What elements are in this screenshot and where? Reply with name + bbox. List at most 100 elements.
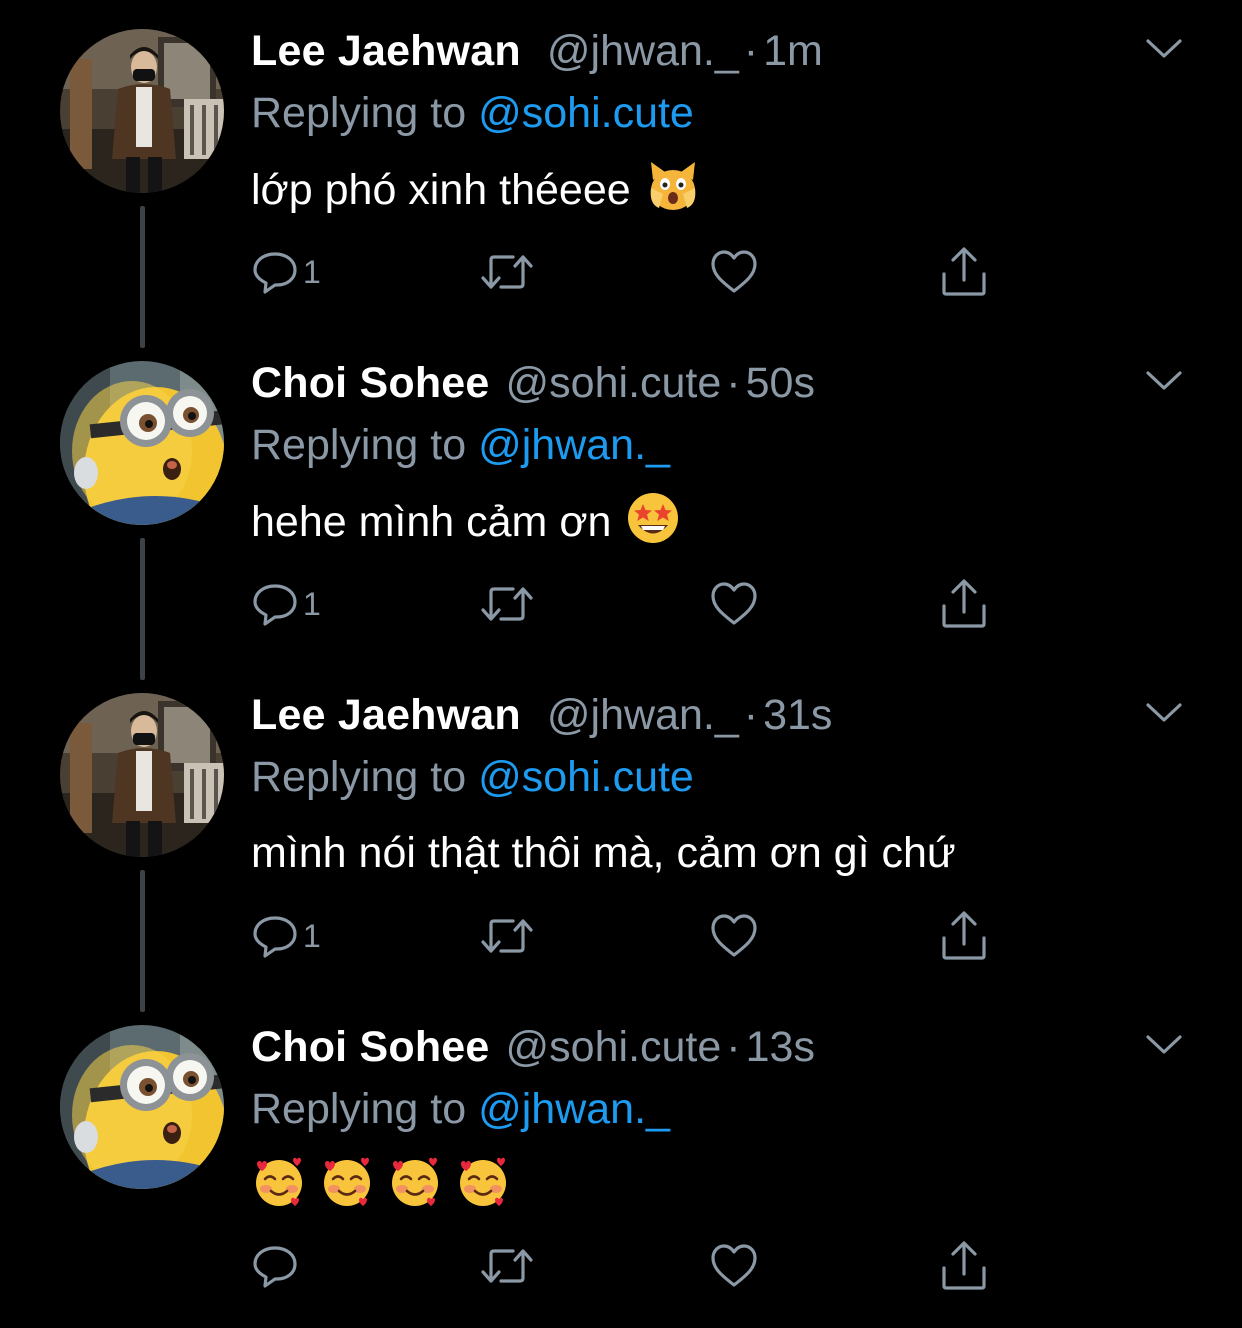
author-handle[interactable]: @sohi.cute <box>506 1023 722 1071</box>
heart-icon <box>711 582 757 625</box>
separator-dot: · <box>743 27 759 75</box>
retweet-icon <box>481 919 533 953</box>
avatar[interactable] <box>60 29 224 193</box>
reply-button[interactable]: 1 <box>251 908 321 964</box>
retweet-button[interactable] <box>479 576 535 632</box>
replying-to-label: Replying to <box>251 753 467 801</box>
minion-avatar-icon <box>60 361 224 525</box>
reply-button[interactable]: 1 <box>251 576 321 632</box>
avatar[interactable] <box>60 361 224 525</box>
like-button[interactable] <box>709 1238 759 1294</box>
tweet[interactable]: Lee Jaehwan @jhwan._ · 31s Replying to @soh… <box>0 664 1242 1012</box>
tweet-text <box>251 1154 523 1217</box>
separator-dot: · <box>743 691 759 739</box>
timestamp[interactable]: 13s <box>746 1023 815 1071</box>
tweet-text-content: mình nói thật thôi mà, cảm ơn gì chứ <box>251 829 956 877</box>
avatar[interactable] <box>60 693 224 857</box>
retweet-button[interactable] <box>479 908 535 964</box>
tweet[interactable]: Lee Jaehwan @jhwan._ · 1m Replying to @sohi… <box>0 0 1242 348</box>
reply-button[interactable]: 1 <box>251 244 321 300</box>
reply-icon <box>253 1246 297 1288</box>
heart-icon <box>711 250 757 293</box>
replying-to-label: Replying to <box>251 89 467 137</box>
share-icon <box>942 247 986 296</box>
reply-target-link[interactable]: @sohi.cute <box>478 753 694 801</box>
chevron-down-icon[interactable] <box>1145 38 1183 60</box>
reply-target-link[interactable]: @jhwan._ <box>478 421 670 469</box>
retweet-icon <box>481 255 533 289</box>
avatar[interactable] <box>60 1025 224 1189</box>
reply-icon <box>253 584 297 626</box>
thread-connector <box>140 870 145 1012</box>
reply-icon <box>253 252 297 294</box>
smiling-face-with-hearts-icon <box>319 1154 375 1210</box>
reply-count: 1 <box>303 585 321 622</box>
tweet[interactable]: Choi Sohee @sohi.cute · 50s Replying to @jh… <box>0 332 1242 680</box>
thread-connector <box>140 538 145 680</box>
share-icon <box>942 1241 986 1290</box>
share-button[interactable] <box>939 244 989 300</box>
tweet-actions: 1 <box>251 244 1011 300</box>
share-button[interactable] <box>939 908 989 964</box>
tweet-actions: 1 <box>251 576 1011 632</box>
retweet-icon <box>481 1249 533 1283</box>
share-button[interactable] <box>939 1238 989 1294</box>
author-handle[interactable]: @jhwan._ <box>547 27 739 75</box>
tweet-header: Choi Sohee @sohi.cute · 13s <box>251 1022 815 1072</box>
tweet-actions: 1 <box>251 908 1011 964</box>
retweet-button[interactable] <box>479 244 535 300</box>
like-button[interactable] <box>709 576 759 632</box>
reply-button[interactable] <box>251 1238 299 1294</box>
tweet-header: Lee Jaehwan @jhwan._ · 31s <box>251 690 832 740</box>
tweet-header: Choi Sohee @sohi.cute · 50s <box>251 358 815 408</box>
smiling-face-with-hearts-icon <box>251 1154 307 1210</box>
replying-to: Replying to @jhwan._ <box>251 1084 670 1134</box>
author-name[interactable]: Lee Jaehwan <box>251 27 521 75</box>
replying-to: Replying to @jhwan._ <box>251 420 670 470</box>
reply-target-link[interactable]: @jhwan._ <box>478 1085 670 1133</box>
tweet-actions <box>251 1238 1011 1294</box>
heart-icon <box>711 1244 757 1287</box>
star-struck-face-icon <box>625 490 681 546</box>
like-button[interactable] <box>709 244 759 300</box>
smiling-face-with-hearts-icon <box>455 1154 511 1210</box>
smiling-face-with-hearts-icon <box>387 1154 443 1210</box>
share-button[interactable] <box>939 576 989 632</box>
separator-dot: · <box>726 1023 741 1071</box>
timestamp[interactable]: 1m <box>763 27 823 75</box>
man-photo-avatar-icon <box>60 693 224 857</box>
share-icon <box>942 579 986 628</box>
replying-to: Replying to @sohi.cute <box>251 752 694 802</box>
screaming-cat-face-icon <box>645 158 701 214</box>
tweet-text: mình nói thật thôi mà, cảm ơn gì chứ <box>251 822 956 884</box>
chevron-down-icon[interactable] <box>1145 370 1183 392</box>
tweet-text: lớp phó xinh théeee <box>251 158 701 221</box>
author-handle[interactable]: @sohi.cute <box>506 359 722 407</box>
reply-count: 1 <box>303 917 321 954</box>
reply-target-link[interactable]: @sohi.cute <box>478 89 694 137</box>
tweet-text-content: lớp phó xinh théeee <box>251 166 631 214</box>
reply-count: 1 <box>303 253 321 290</box>
tweet-header: Lee Jaehwan @jhwan._ · 1m <box>251 26 823 76</box>
timestamp[interactable]: 31s <box>763 691 832 739</box>
timestamp[interactable]: 50s <box>746 359 815 407</box>
chevron-down-icon[interactable] <box>1145 1034 1183 1056</box>
chevron-down-icon[interactable] <box>1145 702 1183 724</box>
replying-to-label: Replying to <box>251 1085 467 1133</box>
tweet[interactable]: Choi Sohee @sohi.cute · 13s Replying to @jh… <box>0 996 1242 1328</box>
author-name[interactable]: Choi Sohee <box>251 359 490 407</box>
tweet-text-content: hehe mình cảm ơn <box>251 498 612 546</box>
separator-dot: · <box>726 359 741 407</box>
minion-avatar-icon <box>60 1025 224 1189</box>
replying-to-label: Replying to <box>251 421 467 469</box>
man-photo-avatar-icon <box>60 29 224 193</box>
replying-to: Replying to @sohi.cute <box>251 88 694 138</box>
tweet-text: hehe mình cảm ơn <box>251 490 681 553</box>
author-name[interactable]: Choi Sohee <box>251 1023 490 1071</box>
author-handle[interactable]: @jhwan._ <box>547 691 739 739</box>
author-name[interactable]: Lee Jaehwan <box>251 691 521 739</box>
share-icon <box>942 911 986 960</box>
reply-icon <box>253 916 297 958</box>
retweet-button[interactable] <box>479 1238 535 1294</box>
like-button[interactable] <box>709 908 759 964</box>
